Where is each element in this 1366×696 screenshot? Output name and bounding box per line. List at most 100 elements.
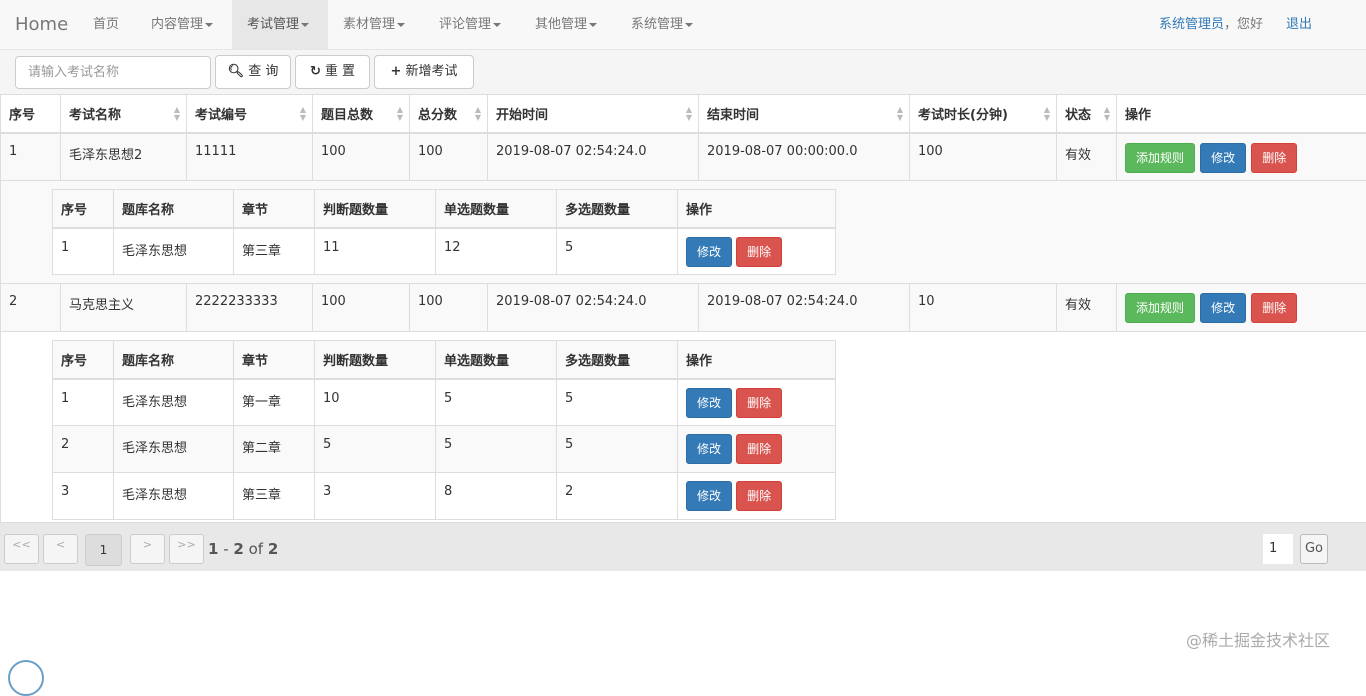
rule-row[interactable]: 1 毛泽东思想 第三章 11 12 5 修改 删除 bbox=[53, 228, 836, 275]
reset-button[interactable]: ↻重 置 bbox=[295, 55, 370, 89]
nav-item-content-label: 内容管理 bbox=[151, 17, 203, 32]
go-button[interactable]: Go bbox=[1300, 534, 1328, 564]
sort-icon: ▲▼ bbox=[1044, 106, 1050, 122]
col-header-start[interactable]: 开始时间▲▼ bbox=[488, 95, 699, 133]
rule-edit-button[interactable]: 修改 bbox=[686, 434, 732, 464]
rule-cell-no: 1 bbox=[53, 228, 114, 275]
current-page-button[interactable]: 1 bbox=[85, 534, 122, 566]
first-page-button[interactable]: << bbox=[4, 534, 39, 564]
rule-delete-button[interactable]: 删除 bbox=[736, 388, 782, 418]
page-range-info: 1 - 2 of 2 bbox=[208, 540, 278, 558]
exam-name-search-input[interactable] bbox=[15, 56, 211, 89]
rule-edit-button[interactable]: 修改 bbox=[686, 388, 732, 418]
cell-status: 有效 bbox=[1057, 284, 1117, 332]
edit-button[interactable]: 修改 bbox=[1200, 293, 1246, 323]
cell-ops: 添加规则 修改 删除 bbox=[1117, 133, 1366, 181]
edit-button[interactable]: 修改 bbox=[1200, 143, 1246, 173]
caret-down-icon bbox=[301, 23, 309, 27]
rule-cell-judge: 5 bbox=[315, 426, 436, 473]
rule-table: 序号 题库名称 章节 判断题数量 单选题数量 多选题数量 操作 1 毛泽东思想 … bbox=[52, 340, 836, 520]
range-sep: - bbox=[218, 540, 233, 558]
rule-detail-cell: 序号 题库名称 章节 判断题数量 单选题数量 多选题数量 操作 1 毛泽东思想 … bbox=[1, 332, 1366, 529]
cell-end: 2019-08-07 00:00:00.0 bbox=[699, 133, 910, 181]
table-row[interactable]: 1 毛泽东思想2 11111 100 100 2019-08-07 02:54:… bbox=[1, 133, 1366, 181]
nav-item-system[interactable]: 系统管理 bbox=[631, 0, 693, 50]
col-header-questions-label: 题目总数 bbox=[321, 108, 373, 123]
add-exam-button[interactable]: +新增考试 bbox=[374, 55, 474, 89]
rule-cell-chapter: 第一章 bbox=[234, 379, 315, 426]
sub-header-ops: 操作 bbox=[678, 190, 836, 228]
nav-item-other-label: 其他管理 bbox=[535, 17, 587, 32]
rule-delete-button[interactable]: 删除 bbox=[736, 434, 782, 464]
nav-item-exam[interactable]: 考试管理 bbox=[232, 0, 328, 50]
caret-down-icon bbox=[493, 23, 501, 27]
rule-cell-chapter: 第二章 bbox=[234, 426, 315, 473]
col-header-status[interactable]: 状态▲▼ bbox=[1057, 95, 1117, 133]
add-rule-button[interactable]: 添加规则 bbox=[1125, 293, 1195, 323]
nav-item-comment[interactable]: 评论管理 bbox=[439, 0, 501, 50]
rule-cell-single: 8 bbox=[436, 473, 557, 520]
next-page-button[interactable]: > bbox=[130, 534, 165, 564]
rule-table: 序号 题库名称 章节 判断题数量 单选题数量 多选题数量 操作 1 毛泽东思想 … bbox=[52, 189, 836, 275]
col-header-score-label: 总分数 bbox=[418, 108, 457, 123]
rule-cell-multi: 5 bbox=[557, 426, 678, 473]
query-button[interactable]: 🔍︎查 询 bbox=[215, 55, 291, 89]
add-rule-button[interactable]: 添加规则 bbox=[1125, 143, 1195, 173]
rule-delete-button[interactable]: 删除 bbox=[736, 481, 782, 511]
col-header-score[interactable]: 总分数 ▲▼ bbox=[410, 95, 488, 133]
nav-item-other[interactable]: 其他管理 bbox=[535, 0, 597, 50]
last-page-button[interactable]: >> bbox=[169, 534, 204, 564]
rule-delete-button[interactable]: 删除 bbox=[736, 237, 782, 267]
rule-edit-button[interactable]: 修改 bbox=[686, 237, 732, 267]
watermark-text: @稀土掘金技术社区 bbox=[1186, 627, 1330, 651]
user-name-link[interactable]: 系统管理员 bbox=[1159, 17, 1224, 32]
nav-item-home[interactable]: 首页 bbox=[93, 0, 119, 50]
cell-ops: 添加规则 修改 删除 bbox=[1117, 284, 1366, 332]
page-number-input[interactable]: 1 bbox=[1263, 534, 1293, 564]
search-icon: 🔍︎ bbox=[228, 56, 245, 88]
rule-edit-button[interactable]: 修改 bbox=[686, 481, 732, 511]
top-navbar: Home 首页 内容管理 考试管理 素材管理 评论管理 其他管理 系统管理 系统… bbox=[0, 0, 1366, 50]
col-header-questions[interactable]: 题目总数 ▲▼ bbox=[313, 95, 410, 133]
rule-row[interactable]: 1 毛泽东思想 第一章 10 5 5 修改 删除 bbox=[53, 379, 836, 426]
delete-button[interactable]: 删除 bbox=[1251, 293, 1297, 323]
sort-icon: ▲▼ bbox=[397, 106, 403, 122]
logout-link[interactable]: 退出 bbox=[1286, 0, 1312, 50]
delete-button[interactable]: 删除 bbox=[1251, 143, 1297, 173]
col-header-end[interactable]: 结束时间 ▲▼ bbox=[699, 95, 910, 133]
rule-cell-ops: 修改 删除 bbox=[678, 379, 836, 426]
range-of: of bbox=[244, 540, 268, 558]
sub-header-chapter: 章节 bbox=[234, 190, 315, 228]
rule-cell-no: 3 bbox=[53, 473, 114, 520]
col-header-duration[interactable]: 考试时长(分钟)▲▼ bbox=[910, 95, 1057, 133]
brand-home-link[interactable]: Home bbox=[15, 14, 68, 35]
col-header-ops-label: 操作 bbox=[1125, 108, 1151, 123]
col-header-code[interactable]: 考试编号▲▼ bbox=[187, 95, 313, 133]
rule-detail-row: 序号 题库名称 章节 判断题数量 单选题数量 多选题数量 操作 1 毛泽东思想 … bbox=[1, 332, 1366, 529]
rule-cell-multi: 2 bbox=[557, 473, 678, 520]
col-header-status-label: 状态 bbox=[1065, 108, 1091, 123]
prev-page-button[interactable]: < bbox=[43, 534, 78, 564]
range-total: 2 bbox=[268, 540, 278, 558]
sort-icon: ▲▼ bbox=[174, 106, 180, 122]
col-header-name[interactable]: 考试名称▲▼ bbox=[61, 95, 187, 133]
sort-icon: ▲▼ bbox=[475, 106, 481, 122]
reset-button-label: 重 置 bbox=[325, 64, 355, 79]
caret-down-icon bbox=[589, 23, 597, 27]
table-row[interactable]: 2 马克思主义 2222233333 100 100 2019-08-07 02… bbox=[1, 284, 1366, 332]
nav-item-material-label: 素材管理 bbox=[343, 17, 395, 32]
col-header-end-label: 结束时间 bbox=[707, 108, 759, 123]
cell-status: 有效 bbox=[1057, 133, 1117, 181]
nav-item-content[interactable]: 内容管理 bbox=[151, 0, 213, 50]
col-header-ops: 操作 bbox=[1117, 95, 1366, 133]
rule-row[interactable]: 2 毛泽东思想 第二章 5 5 5 修改 删除 bbox=[53, 426, 836, 473]
exam-table: 序号 考试名称▲▼ 考试编号▲▼ 题目总数 ▲▼ 总分数 ▲▼ 开始时间▲▼ 结束时… bbox=[0, 94, 1366, 529]
rule-cell-ops: 修改 删除 bbox=[678, 473, 836, 520]
sub-header-bank: 题库名称 bbox=[114, 341, 234, 379]
sort-icon: ▲▼ bbox=[686, 106, 692, 122]
col-header-no[interactable]: 序号 bbox=[1, 95, 61, 133]
rule-row[interactable]: 3 毛泽东思想 第三章 3 8 2 修改 删除 bbox=[53, 473, 836, 520]
caret-down-icon bbox=[685, 23, 693, 27]
nav-item-material[interactable]: 素材管理 bbox=[343, 0, 405, 50]
sort-icon: ▲▼ bbox=[897, 106, 903, 122]
